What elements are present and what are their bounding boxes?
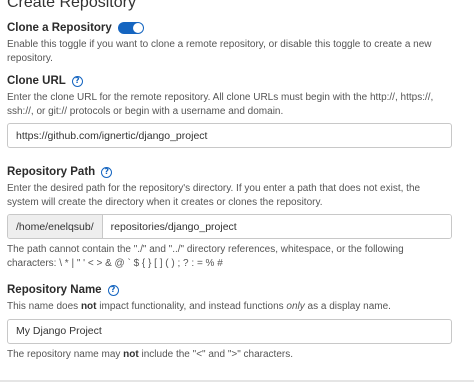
repository-path-description: Enter the desired path for the repositor… [7, 183, 421, 208]
clone-toggle-label: Clone a Repository [7, 22, 112, 34]
clone-url-label-row: Clone URL ? [7, 75, 452, 87]
repository-path-label: Repository Path [7, 166, 96, 178]
question-circle-icon[interactable]: ? [101, 166, 113, 178]
clone-repository-toggle[interactable] [117, 22, 144, 34]
repository-name-label: Repository Name [7, 284, 102, 296]
desc-bold: not [80, 301, 97, 312]
repository-path-prefix: /home/enelqsub/ [8, 215, 103, 238]
clone-toggle-description: Enable this toggle if you want to clone … [7, 39, 432, 64]
desc-text: impact functionality, and instead functi… [96, 301, 287, 312]
create-repository-form: Create Repository Clone a Repository Ena… [0, 0, 474, 382]
repository-path-label-row: Repository Path ? [7, 166, 452, 178]
toggle-knob [132, 23, 143, 33]
repository-path-input[interactable]: repositories/django_project [102, 215, 451, 238]
question-circle-icon[interactable]: ? [107, 284, 119, 296]
desc-text: This name does [7, 301, 81, 312]
repository-name-label-row: Repository Name ? [7, 284, 452, 296]
page-title: Create Repository [7, 0, 136, 11]
repository-name-note: The repository name may not include the … [7, 348, 452, 362]
repository-path-input-group: /home/enelqsub/ repositories/django_proj… [7, 214, 452, 239]
clone-url-input[interactable]: https://github.com/ignertic/django_proje… [7, 123, 452, 148]
question-circle-icon[interactable]: ? [71, 75, 83, 87]
repository-name-input[interactable]: My Django Project [7, 318, 452, 344]
note-text: The repository name may [7, 348, 124, 360]
clone-url-description: Enter the clone URL for the remote repos… [7, 92, 434, 117]
repository-path-note: The path cannot contain the "./" and "..… [7, 244, 404, 269]
note-text: include the "<" and ">" characters. [138, 348, 294, 360]
desc-italic: only [286, 301, 305, 312]
note-bold: not [123, 348, 139, 360]
repository-name-description: This name does not impact functionality,… [7, 300, 452, 314]
desc-text: as a display name. [304, 301, 391, 312]
clone-toggle-row: Clone a Repository [7, 22, 452, 34]
clone-url-label: Clone URL [7, 75, 66, 87]
